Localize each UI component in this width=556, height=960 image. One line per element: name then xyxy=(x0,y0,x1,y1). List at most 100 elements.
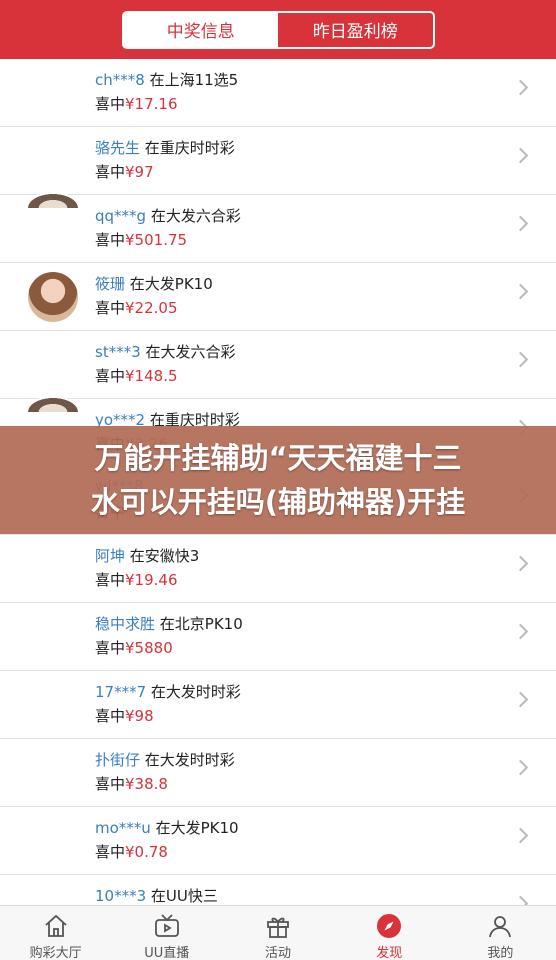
game-name: 在大发PK10 xyxy=(129,275,213,293)
list-item[interactable]: st***3 在大发六合彩喜中¥148.5 xyxy=(0,331,556,399)
win-amount: ¥19.46 xyxy=(125,571,178,589)
win-amount: ¥0.78 xyxy=(125,843,168,861)
chevron-right-icon xyxy=(512,351,529,368)
game-name: 在大发时时彩 xyxy=(144,751,235,769)
chevron-right-icon xyxy=(512,759,529,776)
bottom-tab-bar: 购彩大厅 UU直播 活动 发现 我的 xyxy=(0,905,556,960)
list-item[interactable]: 筱珊 在大发PK10 喜中¥22.05 xyxy=(0,263,556,331)
tab-winning-info[interactable]: 中奖信息 xyxy=(123,12,278,47)
win-amount: ¥5880 xyxy=(125,639,173,657)
game-name: 在UU快三 xyxy=(150,887,218,905)
username: st***3 xyxy=(95,343,141,361)
avatar xyxy=(28,398,78,412)
list-item[interactable]: 扑街仔 在大发时时彩 喜中¥38.8 xyxy=(0,739,556,807)
game-name: 在北京PK10 xyxy=(159,615,243,633)
chevron-right-icon xyxy=(512,215,529,232)
chevron-right-icon xyxy=(512,79,529,96)
gift-icon xyxy=(267,917,289,938)
tab-mine[interactable]: 我的 xyxy=(445,906,556,960)
win-prefix: 喜中 xyxy=(95,707,126,725)
tab-yesterday-profit-ranking[interactable]: 昨日盈利榜 xyxy=(278,13,433,47)
avatar xyxy=(28,194,78,208)
home-icon xyxy=(44,914,67,937)
tab-label: 我的 xyxy=(487,946,514,960)
win-amount: ¥148.5 xyxy=(125,367,178,385)
live-tv-icon xyxy=(154,914,179,937)
chevron-right-icon xyxy=(512,827,529,844)
list-item[interactable]: 骆先生 在重庆时时彩 喜中¥97 xyxy=(0,127,556,195)
tab-lottery-hall[interactable]: 购彩大厅 xyxy=(0,906,111,960)
win-prefix: 喜中 xyxy=(95,95,126,113)
win-amount-line: 喜中¥5880 xyxy=(95,637,173,658)
banner-line-1: 万能开挂辅助“天天福建十三 xyxy=(94,441,462,475)
chevron-right-icon xyxy=(512,691,529,708)
username: 稳中求胜 xyxy=(95,615,156,633)
list-item[interactable]: qq***g 在大发六合彩 喜中¥501.75 xyxy=(0,194,556,263)
winner-info: 骆先生 在重庆时时彩 xyxy=(95,137,235,158)
tab-uu-live[interactable]: UU直播 xyxy=(111,906,222,960)
win-amount-line: 喜中¥97 xyxy=(95,161,154,182)
game-name: 在大发PK10 xyxy=(155,819,239,837)
username: mo***u xyxy=(95,819,151,837)
list-item[interactable]: mo***u 在大发PK10 喜中¥0.78 xyxy=(0,807,556,875)
overlay-banner: 万能开挂辅助“天天福建十三 水可以开挂吗(辅助神器)开挂 xyxy=(0,426,556,534)
winner-info: 10***3 在UU快三 xyxy=(95,885,218,906)
win-amount-line: 喜中¥19.46 xyxy=(95,569,178,590)
chevron-right-icon xyxy=(512,283,529,300)
win-amount-line: 喜中¥501.75 xyxy=(95,229,187,250)
chevron-right-icon xyxy=(512,623,529,640)
win-prefix: 喜中 xyxy=(95,571,126,589)
compass-icon xyxy=(377,914,402,938)
game-name: 在大发时时彩 xyxy=(150,683,241,701)
game-name: 在大发六合彩 xyxy=(150,207,241,225)
username: 阿坤 xyxy=(95,547,126,565)
list-item[interactable]: ch***8 在上海11选5 喜中¥17.16 xyxy=(0,59,556,127)
winner-info: 筱珊 在大发PK10 xyxy=(95,273,213,294)
tab-activities[interactable]: 活动 xyxy=(222,906,333,960)
username: 扑街仔 xyxy=(95,751,141,769)
winner-info: qq***g 在大发六合彩 xyxy=(95,205,241,226)
chevron-right-icon xyxy=(512,147,529,164)
username: 骆先生 xyxy=(95,139,141,157)
segmented-control: 中奖信息 昨日盈利榜 xyxy=(121,10,435,49)
list-item[interactable]: 17***7 在大发时时彩 喜中¥98 xyxy=(0,671,556,739)
win-amount: ¥38.8 xyxy=(125,775,168,793)
win-amount: ¥97 xyxy=(125,163,154,181)
banner-line-2: 水可以开挂吗(辅助神器)开挂 xyxy=(90,485,466,519)
header-bar: 中奖信息 昨日盈利榜 xyxy=(0,0,556,59)
win-prefix: 喜中 xyxy=(95,367,126,385)
list-item[interactable]: 稳中求胜 在北京PK10 喜中¥5880 xyxy=(0,603,556,671)
win-amount: ¥98 xyxy=(125,707,154,725)
win-prefix: 喜中 xyxy=(95,775,126,793)
username: qq***g xyxy=(95,207,147,225)
win-prefix: 喜中 xyxy=(95,299,126,317)
username: 17***7 xyxy=(95,683,147,701)
game-name: 在安徽快3 xyxy=(129,547,200,565)
tab-label: UU直播 xyxy=(144,946,190,960)
username: ch***8 xyxy=(95,71,145,89)
win-amount: ¥17.16 xyxy=(125,95,178,113)
win-amount: ¥22.05 xyxy=(125,299,178,317)
winner-info: 稳中求胜 在北京PK10 xyxy=(95,613,243,634)
username: 筱珊 xyxy=(95,275,126,293)
username: 10***3 xyxy=(95,887,147,905)
win-amount-line: 喜中¥0.78 xyxy=(95,841,168,862)
winner-info: 扑街仔 在大发时时彩 xyxy=(95,749,235,770)
list-item[interactable]: 阿坤 在安徽快3 喜中¥19.46 xyxy=(0,535,556,603)
win-prefix: 喜中 xyxy=(95,231,126,249)
tab-label: 活动 xyxy=(265,946,292,960)
game-name: 在大发六合彩 xyxy=(145,343,236,361)
win-amount-line: 喜中¥38.8 xyxy=(95,773,168,794)
tab-label: 发现 xyxy=(376,946,403,960)
winner-info: 17***7 在大发时时彩 xyxy=(95,681,241,702)
game-name: 在重庆时时彩 xyxy=(144,139,235,157)
win-amount-line: 喜中¥22.05 xyxy=(95,297,178,318)
avatar xyxy=(28,272,78,322)
chevron-right-icon xyxy=(512,555,529,572)
tab-discover[interactable]: 发现 xyxy=(334,906,445,960)
win-prefix: 喜中 xyxy=(95,843,126,861)
tab-label: 购彩大厅 xyxy=(29,946,82,960)
win-amount-line: 喜中¥98 xyxy=(95,705,154,726)
winner-info: mo***u 在大发PK10 xyxy=(95,817,239,838)
win-prefix: 喜中 xyxy=(95,639,126,657)
